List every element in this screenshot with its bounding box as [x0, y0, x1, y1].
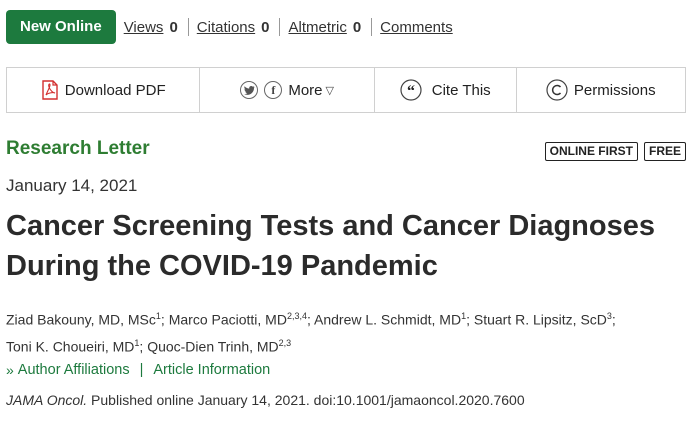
divider: |: [139, 362, 144, 378]
facebook-icon[interactable]: f: [264, 81, 283, 99]
more-dropdown[interactable]: More ▽: [288, 82, 334, 99]
article-title: Cancer Screening Tests and Cancer Diagno…: [6, 210, 655, 282]
chevron-right-icon: »: [6, 362, 14, 378]
permissions-label: Permissions: [573, 81, 656, 99]
author-name[interactable]: Toni K. Choueiri, MD: [6, 338, 134, 354]
altmetric-count: 0: [352, 18, 362, 36]
twitter-icon[interactable]: [240, 81, 259, 99]
citations-count: 0: [261, 18, 270, 36]
download-pdf-label: Download PDF: [64, 81, 166, 99]
divider: [371, 18, 373, 36]
author-name[interactable]: Ziad Bakouny, MD, MSc: [6, 312, 156, 328]
author-name[interactable]: Marco Paciotti, MD: [169, 312, 287, 328]
share-more-cell: f More ▽: [200, 68, 375, 112]
citations-label[interactable]: Citations: [197, 19, 255, 36]
affiliation-marker: 2,3: [278, 337, 292, 348]
affiliation-marker: 1: [155, 311, 161, 321]
altmetric-metric[interactable]: Altmetric 0: [288, 19, 361, 36]
metrics-bar: New Online Views 0 Citations 0 Altmetric…: [6, 10, 453, 44]
affiliation-marker: 2,3,4: [286, 311, 307, 321]
divider: [279, 18, 281, 36]
svg-text:“: “: [407, 83, 415, 100]
new-online-badge: New Online: [6, 10, 116, 44]
cite-this-label: Cite This: [431, 81, 491, 99]
chevron-down-icon: ▽: [325, 84, 334, 97]
copyright-icon: [546, 79, 568, 101]
citations-metric[interactable]: Citations 0: [197, 19, 270, 36]
affiliation-marker: 1: [461, 311, 467, 321]
affiliation-marker: 3: [606, 311, 612, 321]
author-name[interactable]: Stuart R. Lipsitz, ScD: [474, 312, 607, 328]
article-information-link[interactable]: Article Information: [153, 362, 270, 378]
article-links: » Author Affiliations | Article Informat…: [6, 362, 270, 378]
download-pdf-button[interactable]: Download PDF: [7, 68, 201, 112]
views-label[interactable]: Views: [124, 19, 164, 36]
author-affiliations-link[interactable]: Author Affiliations: [18, 362, 130, 378]
article-type: Research Letter: [6, 138, 150, 159]
altmetric-label[interactable]: Altmetric: [288, 19, 346, 36]
pdf-icon: [41, 80, 59, 100]
journal-name: JAMA Oncol.: [6, 392, 88, 408]
free-tag: FREE: [643, 142, 686, 161]
author-list: Ziad Bakouny, MD, MSc1; Marco Paciotti, …: [6, 311, 616, 355]
citation-details: Published online January 14, 2021. doi:1…: [87, 392, 525, 408]
views-count: 0: [169, 18, 178, 36]
article-tags: ONLINE FIRST FREE: [544, 142, 686, 161]
views-metric[interactable]: Views 0: [124, 19, 178, 36]
cite-quote-icon: “: [400, 79, 422, 101]
more-label: More: [288, 81, 323, 99]
affiliation-marker: 1: [134, 337, 140, 348]
article-toolbar: Download PDF f More ▽ “ Cite This Permis…: [6, 67, 686, 113]
author-name[interactable]: Quoc-Dien Trinh, MD: [147, 338, 278, 354]
author-name[interactable]: Andrew L. Schmidt, MD: [314, 312, 461, 328]
comments-link[interactable]: Comments: [380, 19, 453, 36]
publication-date: January 14, 2021: [6, 176, 138, 195]
citation-line: JAMA Oncol. Published online January 14,…: [6, 392, 525, 408]
cite-this-button[interactable]: “ Cite This: [375, 68, 517, 112]
divider: [187, 18, 189, 36]
online-first-tag: ONLINE FIRST: [544, 142, 638, 161]
comments-metric[interactable]: Comments: [380, 19, 453, 36]
permissions-button[interactable]: Permissions: [517, 68, 686, 112]
